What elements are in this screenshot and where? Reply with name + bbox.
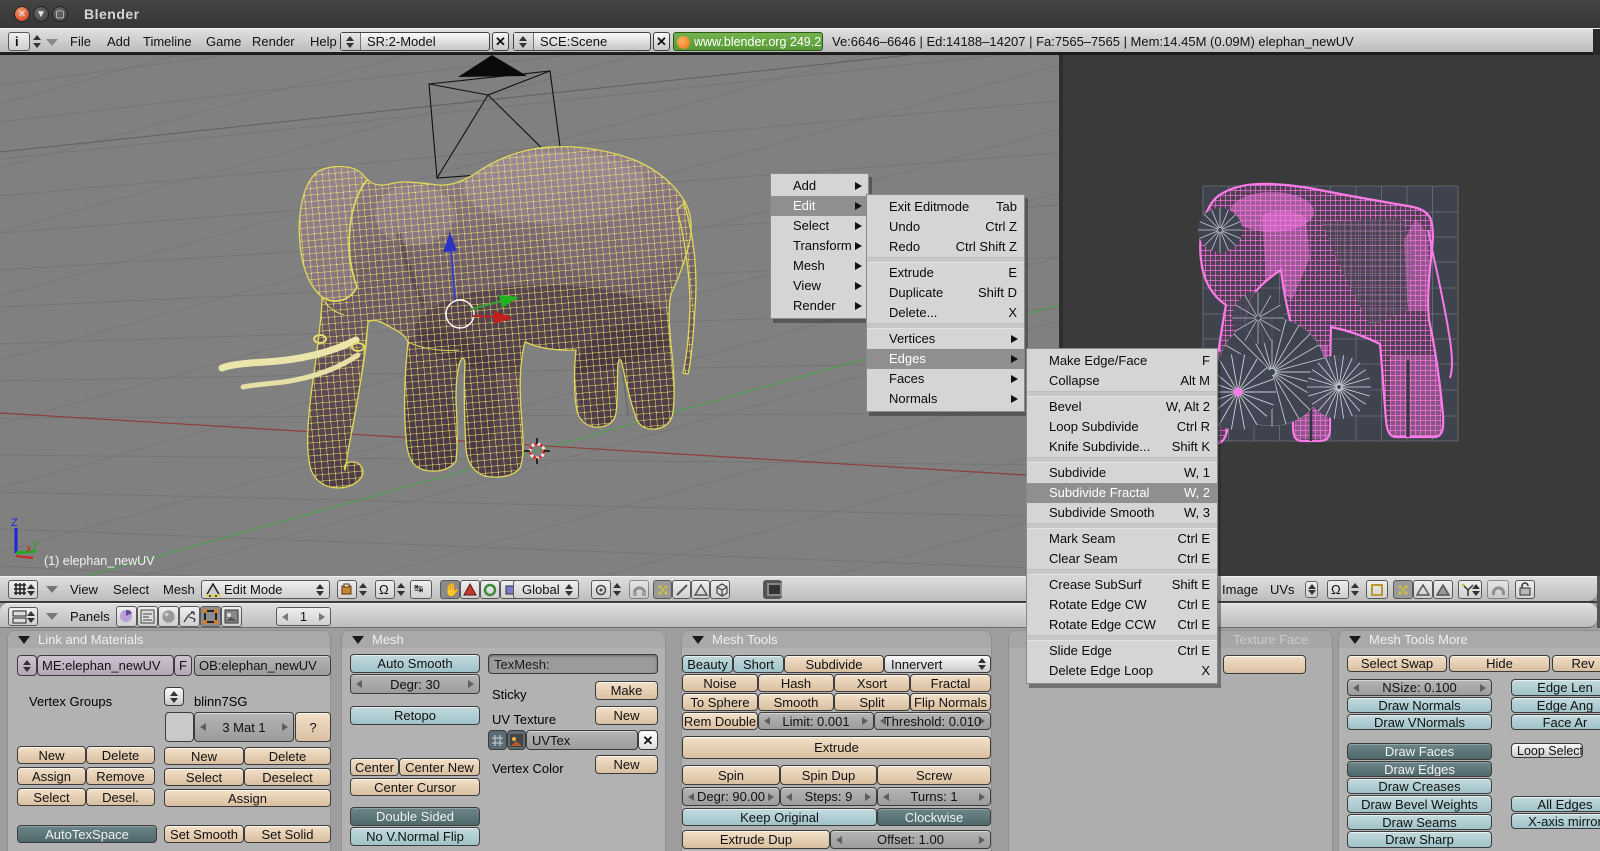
svg-text:Z: Z xyxy=(11,517,18,529)
svg-text:(1) elephan_newUV: (1) elephan_newUV xyxy=(44,554,155,568)
svg-text:x: x xyxy=(26,543,32,555)
svg-text:y: y xyxy=(33,539,38,550)
